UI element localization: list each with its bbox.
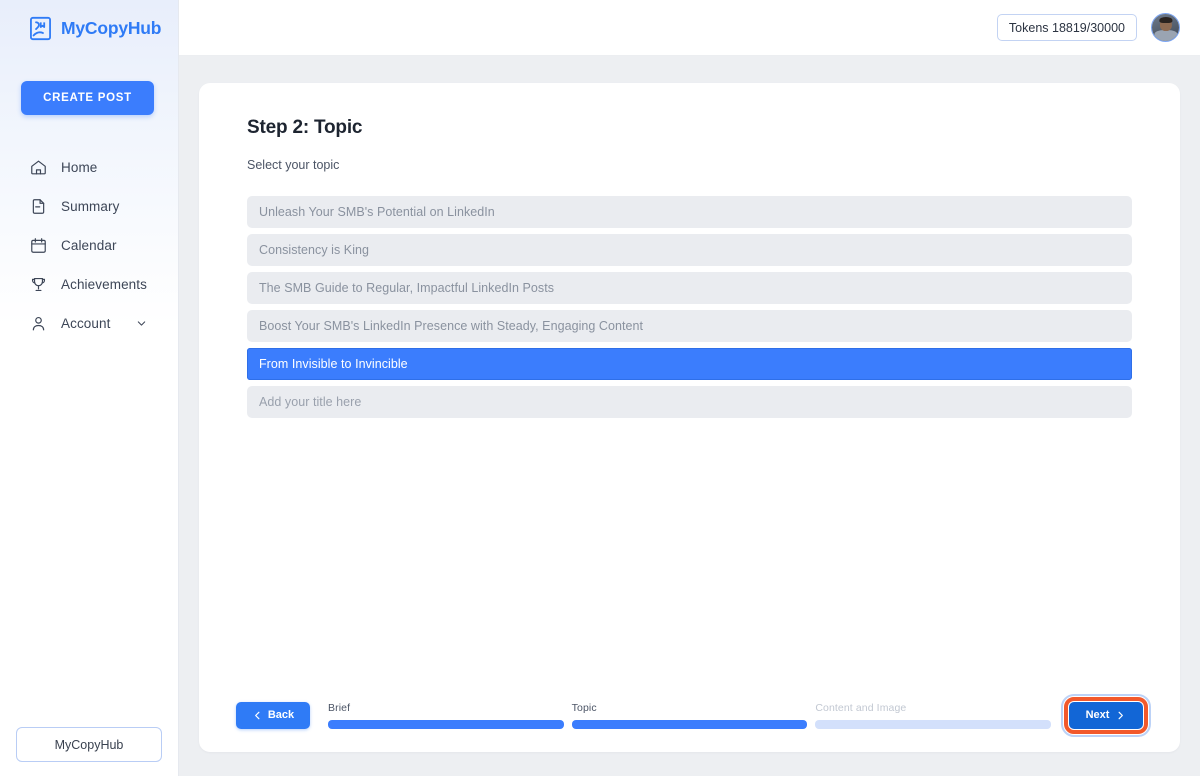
next-button-wrapper: Next <box>1061 693 1151 737</box>
sidebar-item-account[interactable]: Account <box>0 304 178 343</box>
sidebar-item-label: Calendar <box>61 238 117 253</box>
topic-list: Unleash Your SMB's Potential on LinkedIn… <box>247 196 1132 418</box>
step-content-and-image: Content and Image <box>815 701 1052 729</box>
stage: Step 2: Topic Select your topic Unleash … <box>179 56 1200 776</box>
step-brief: Brief <box>328 702 564 729</box>
sidebar-item-home[interactable]: Home <box>0 148 178 187</box>
document-icon <box>29 197 48 216</box>
tokens-badge[interactable]: Tokens 18819/30000 <box>996 14 1137 41</box>
sidebar-item-summary[interactable]: Summary <box>0 187 178 226</box>
topic-option[interactable]: Boost Your SMB's LinkedIn Presence with … <box>247 310 1132 342</box>
brand-logo[interactable]: MyCopyHub <box>0 0 178 56</box>
page-title: Step 2: Topic <box>247 117 363 138</box>
trophy-icon <box>29 275 48 294</box>
sidebar-item-achievements[interactable]: Achievements <box>0 265 178 304</box>
step-label: Brief <box>328 701 351 714</box>
chevron-down-icon[interactable] <box>136 318 147 329</box>
brand-name: MyCopyHub <box>61 17 162 38</box>
page-subtitle: Select your topic <box>247 158 340 172</box>
custom-title-input[interactable]: Add your title here <box>247 386 1132 418</box>
next-button-label: Next <box>1085 709 1110 721</box>
topic-option[interactable]: Unleash Your SMB's Potential on LinkedIn <box>247 196 1132 228</box>
book-logo-icon <box>27 15 54 42</box>
step-progress: Brief Topic Content and Image <box>328 701 1052 729</box>
avatar[interactable] <box>1151 13 1180 42</box>
step-bar <box>571 719 808 729</box>
content-area: Tokens 18819/30000 Step 2: Topic Select … <box>179 0 1200 776</box>
topbar: Tokens 18819/30000 <box>179 0 1200 56</box>
sidebar-item-calendar[interactable]: Calendar <box>0 226 178 265</box>
step-label: Topic <box>571 701 597 714</box>
wizard-footer: Back Brief Topic Content and Image Next <box>199 693 1180 737</box>
wizard-card: Step 2: Topic Select your topic Unleash … <box>199 83 1180 752</box>
topic-option[interactable]: The SMB Guide to Regular, Impactful Link… <box>247 272 1132 304</box>
step-bar <box>815 719 1052 729</box>
create-post-button[interactable]: CREATE POST <box>21 81 154 115</box>
sidebar-item-label: Home <box>61 160 98 175</box>
topic-option[interactable]: Consistency is King <box>247 234 1132 266</box>
step-label: Content and Image <box>815 701 907 714</box>
step-topic: Topic <box>571 701 808 729</box>
app-root: MyCopyHub CREATE POST Home Summary Calen… <box>0 0 1200 776</box>
next-button[interactable]: Next <box>1069 701 1143 729</box>
sidebar: MyCopyHub CREATE POST Home Summary Calen… <box>0 0 179 776</box>
calendar-icon <box>29 236 48 255</box>
back-button-label: Back <box>267 709 295 721</box>
sidebar-item-label: Account <box>61 316 111 331</box>
sidebar-nav: Home Summary Calendar Achievements Accou… <box>0 148 178 343</box>
user-icon <box>29 314 48 333</box>
home-icon <box>29 158 48 177</box>
chevron-left-icon <box>252 710 263 721</box>
sidebar-footer-button[interactable]: MyCopyHub <box>16 727 162 762</box>
avatar-body <box>1153 30 1178 41</box>
chevron-right-icon <box>1115 710 1126 721</box>
back-button[interactable]: Back <box>236 701 310 729</box>
step-bar <box>328 719 564 729</box>
sidebar-item-label: Summary <box>61 199 120 214</box>
topic-option-selected[interactable]: From Invisible to Invincible <box>247 348 1132 380</box>
avatar-hair <box>1158 16 1173 24</box>
sidebar-item-label: Achievements <box>61 277 147 292</box>
